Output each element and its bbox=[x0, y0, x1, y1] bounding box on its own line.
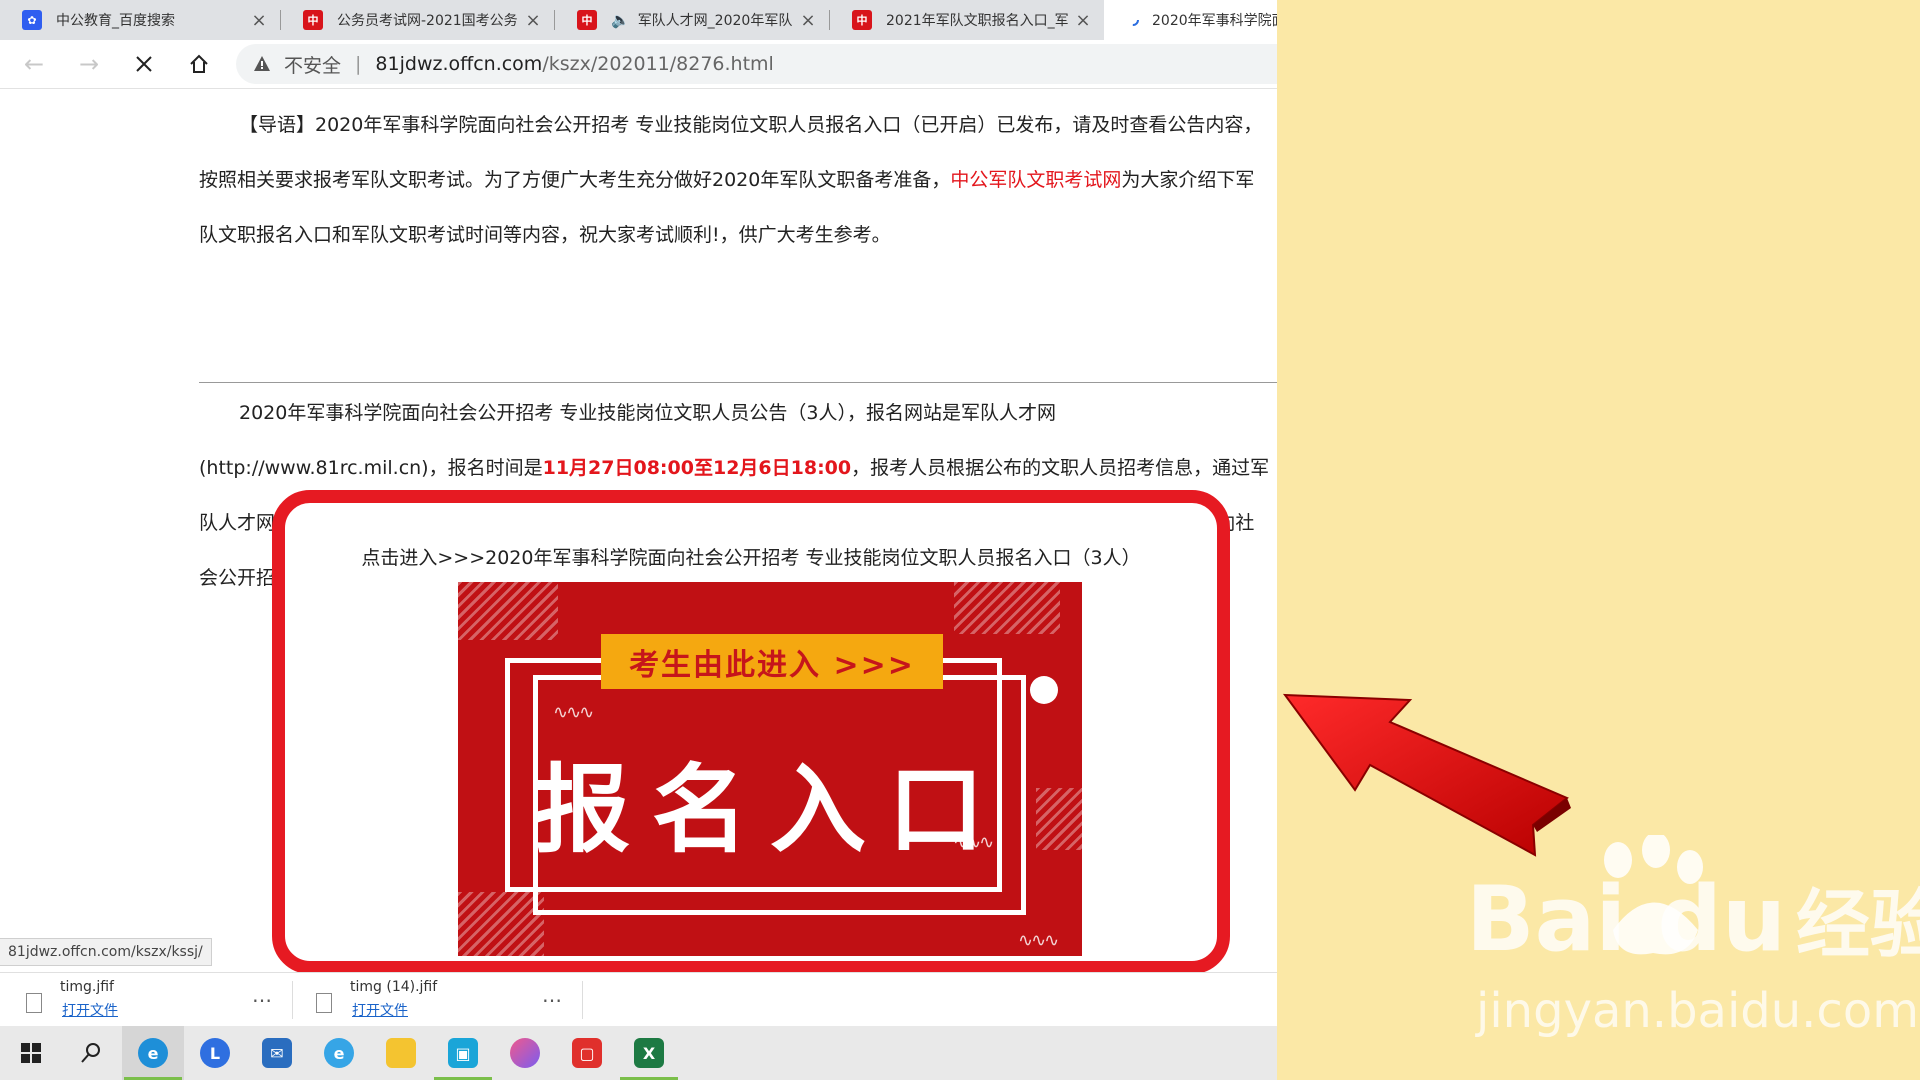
intro-paragraph: 【导语】2020年军事科学院面向社会公开招考 专业技能岗位文职人员报名入口（已开… bbox=[199, 98, 1271, 263]
windows-start-icon[interactable] bbox=[0, 1026, 62, 1080]
offcn-icon: 中 bbox=[852, 10, 872, 30]
red-app-icon[interactable]: ▢ bbox=[556, 1026, 618, 1080]
tab-title: 中公教育_百度搜索 bbox=[56, 13, 175, 29]
status-bar: 81jdwz.offcn.com/kszx/kssj/ bbox=[0, 938, 212, 966]
address-divider: | bbox=[355, 53, 362, 75]
paint-icon[interactable] bbox=[494, 1026, 556, 1080]
registration-entry-link[interactable]: 点击进入>>>2020年军事科学院面向社会公开招考 专业技能岗位文职人员报名入口… bbox=[285, 543, 1217, 570]
stripe-deco bbox=[458, 582, 558, 640]
banner-title: 报名入口 bbox=[534, 754, 1006, 866]
search-icon[interactable] bbox=[60, 1026, 122, 1080]
tab-active-kxy[interactable]: 2020年军事科学院面 bbox=[1104, 0, 1277, 40]
offcn-icon: 中 bbox=[577, 10, 597, 30]
tab-2021-wenzhi[interactable]: 中 2021年军队文职报名入口_军 × bbox=[830, 0, 1102, 40]
open-file-link[interactable]: 打开文件 bbox=[352, 1000, 408, 1020]
downloads-bar: timg.jfif 打开文件 … timg (14).jfif 打开文件 … bbox=[0, 972, 1277, 1026]
blue-l-app-icon[interactable]: L bbox=[184, 1026, 246, 1080]
loading-spinner-icon bbox=[1126, 10, 1140, 30]
tab-title: 军队人才网_2020年军队 bbox=[637, 13, 793, 29]
url-path[interactable]: /kszx/202011/8276.html bbox=[542, 53, 774, 75]
zigzag-deco: ∿∿∿ bbox=[1018, 930, 1059, 951]
tab-title: 2020年军事科学院面 bbox=[1152, 13, 1277, 29]
divider bbox=[199, 382, 1277, 383]
offcn-icon: 中 bbox=[303, 10, 323, 30]
close-icon[interactable]: × bbox=[520, 10, 546, 31]
forward-button[interactable]: → bbox=[71, 46, 107, 82]
browser-window: ✿ 中公教育_百度搜索 × 中 公务员考试网-2021国考公务 × 中 🔈 军队… bbox=[0, 0, 1277, 1080]
tab-title: 公务员考试网-2021国考公务 bbox=[337, 13, 518, 29]
taskbar: e L ✉ e ▣ ▢ X bbox=[0, 1026, 1277, 1080]
tab-gwy-exam[interactable]: 中 公务员考试网-2021国考公务 × bbox=[281, 0, 552, 40]
download-divider bbox=[582, 981, 583, 1019]
download-filename: timg (14).jfif bbox=[350, 979, 438, 995]
edge-icon[interactable]: e bbox=[122, 1026, 184, 1080]
back-button[interactable]: ← bbox=[16, 46, 52, 82]
watermark-brand: Bai du 经验 bbox=[1466, 867, 1920, 972]
warning-triangle-icon[interactable] bbox=[252, 54, 272, 74]
excel-icon[interactable]: X bbox=[618, 1026, 680, 1080]
download-item[interactable]: timg (14).jfif 打开文件 … bbox=[290, 973, 583, 1026]
security-label[interactable]: 不安全 bbox=[284, 51, 341, 78]
open-file-link[interactable]: 打开文件 bbox=[62, 1000, 118, 1020]
file-explorer-icon[interactable] bbox=[370, 1026, 432, 1080]
ie-icon[interactable]: e bbox=[308, 1026, 370, 1080]
browser-toolbar: ← → 不安全 | 81jdwz.offcn.com/kszx/202011/8… bbox=[0, 40, 1277, 89]
registration-time: 11月27日08:00至12月6日18:00 bbox=[542, 457, 852, 479]
mail-icon[interactable]: ✉ bbox=[246, 1026, 308, 1080]
circle-deco bbox=[1030, 676, 1058, 704]
download-item[interactable]: timg.jfif 打开文件 … bbox=[0, 973, 293, 1026]
home-icon bbox=[190, 54, 208, 73]
close-icon bbox=[136, 56, 152, 72]
stripe-deco bbox=[458, 892, 544, 956]
file-icon bbox=[316, 993, 332, 1013]
highlight-box: 点击进入>>>2020年军事科学院面向社会公开招考 专业技能岗位文职人员报名入口… bbox=[272, 490, 1230, 974]
baidu-paw-icon: ✿ bbox=[22, 10, 42, 30]
home-button[interactable] bbox=[181, 46, 217, 82]
address-bar[interactable]: 不安全 | 81jdwz.offcn.com/kszx/202011/8276.… bbox=[236, 44, 1277, 84]
more-options-icon[interactable]: … bbox=[252, 983, 272, 1007]
close-icon[interactable]: × bbox=[1070, 10, 1096, 31]
banner-badge: 考生由此进入 >>> bbox=[601, 634, 943, 689]
stop-loading-button[interactable] bbox=[126, 46, 162, 82]
download-filename: timg.jfif bbox=[60, 979, 114, 995]
registration-banner[interactable]: 考生由此进入 >>> ∿∿∿ ∿∿∿ ∿∿∿ 报名入口 bbox=[458, 582, 1082, 956]
sticky-app-icon[interactable]: ▣ bbox=[432, 1026, 494, 1080]
zigzag-deco: ∿∿∿ bbox=[553, 702, 594, 723]
speaker-icon[interactable]: 🔈 bbox=[611, 11, 630, 29]
red-arrow-icon bbox=[1282, 693, 1571, 857]
tab-strip: ✿ 中公教育_百度搜索 × 中 公务员考试网-2021国考公务 × 中 🔈 军队… bbox=[0, 0, 1277, 40]
file-icon bbox=[26, 993, 42, 1013]
more-options-icon[interactable]: … bbox=[542, 983, 562, 1007]
close-icon[interactable]: × bbox=[246, 10, 272, 31]
url-host[interactable]: 81jdwz.offcn.com bbox=[375, 53, 542, 75]
offcn-wenzhi-link[interactable]: 中公军队文职考试网 bbox=[950, 169, 1121, 191]
tab-baidu-search[interactable]: ✿ 中公教育_百度搜索 × bbox=[0, 0, 278, 40]
tab-81rc[interactable]: 中 🔈 军队人才网_2020年军队 × bbox=[555, 0, 827, 40]
tab-title: 2021年军队文职报名入口_军 bbox=[886, 13, 1069, 29]
watermark-url: jingyan.baidu.com bbox=[1476, 983, 1919, 1039]
stripe-deco bbox=[954, 582, 1060, 634]
close-icon[interactable]: × bbox=[795, 10, 821, 31]
